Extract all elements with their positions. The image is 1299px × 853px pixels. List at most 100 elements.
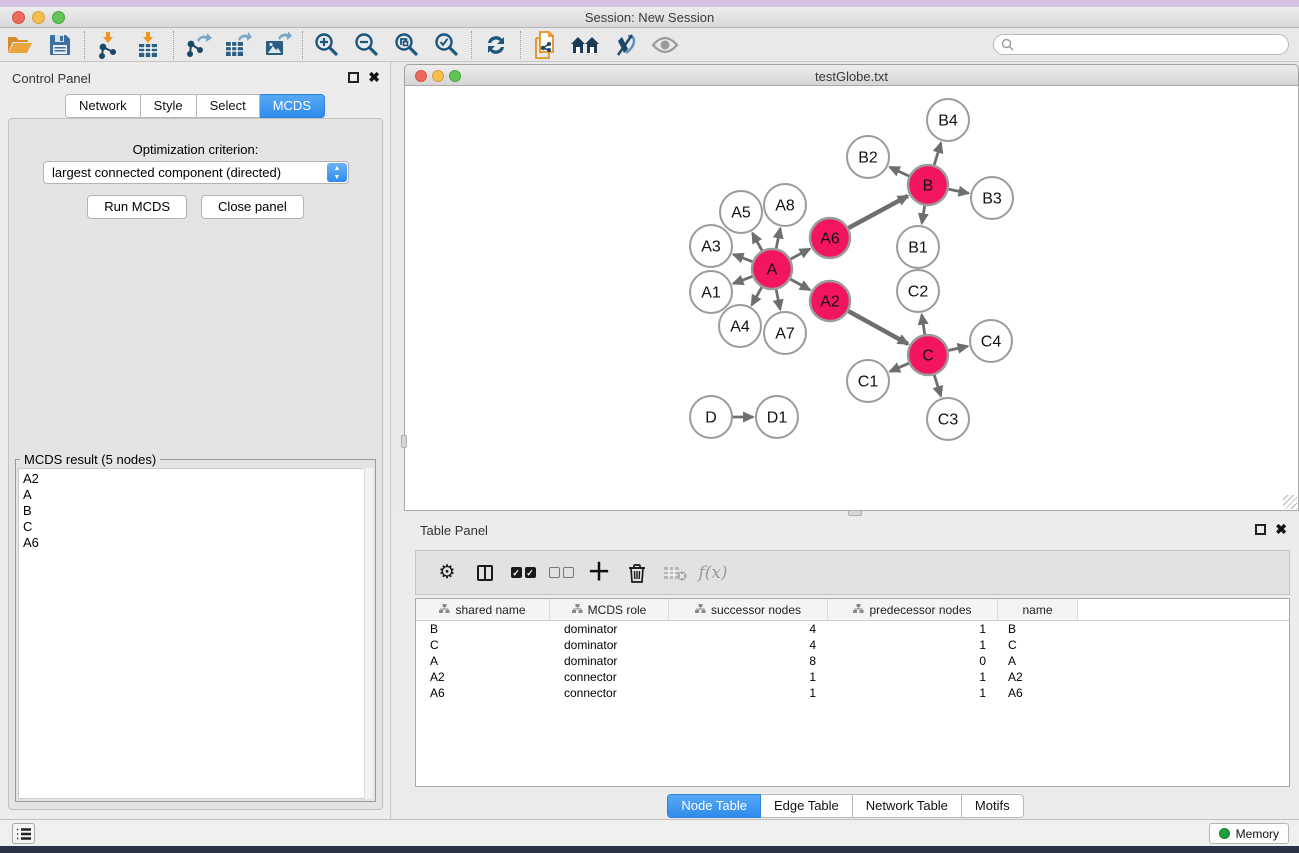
graph-edge[interactable] [890, 167, 910, 176]
window-resize-grip[interactable] [1283, 495, 1297, 509]
export-image-icon[interactable] [258, 30, 298, 60]
tab-network-table[interactable]: Network Table [853, 794, 962, 818]
splitter-grip-horizontal[interactable] [848, 510, 862, 516]
tab-edge-table[interactable]: Edge Table [761, 794, 853, 818]
graph-node[interactable]: B [908, 165, 948, 205]
graph-edge[interactable] [922, 315, 925, 336]
result-list-item[interactable]: A [23, 487, 372, 503]
table-cell[interactable]: A6 [998, 685, 1078, 701]
table-cell[interactable]: A [998, 653, 1078, 669]
import-network-icon[interactable] [89, 30, 129, 60]
graph-node[interactable]: D1 [756, 396, 798, 438]
function-builder-icon[interactable]: f(x) [694, 557, 732, 589]
node-table[interactable]: shared nameMCDS rolesuccessor nodesprede… [415, 598, 1290, 787]
table-row[interactable]: Bdominator41B [416, 621, 1289, 637]
graph-edge[interactable] [848, 196, 908, 229]
graph-node[interactable]: C1 [847, 360, 889, 402]
delete-table-icon[interactable] [656, 557, 694, 589]
run-mcds-button[interactable]: Run MCDS [87, 195, 187, 219]
memory-button[interactable]: Memory [1209, 823, 1289, 844]
table-cell[interactable] [1078, 653, 1289, 669]
graph-edge[interactable] [790, 279, 810, 290]
column-header-predecessor-nodes[interactable]: predecessor nodes [828, 599, 998, 620]
tab-mcds[interactable]: MCDS [260, 94, 325, 118]
table-cell[interactable]: 0 [828, 653, 998, 669]
hide-annotations-icon[interactable] [605, 30, 645, 60]
table-cell[interactable]: B [998, 621, 1078, 637]
search-input[interactable] [1018, 38, 1288, 52]
graph-node[interactable]: B3 [971, 177, 1013, 219]
table-cell[interactable]: A6 [416, 685, 550, 701]
graph-node[interactable]: D [690, 396, 732, 438]
graph-node[interactable]: A5 [720, 191, 762, 233]
table-cell[interactable]: 4 [669, 637, 828, 653]
result-list-item[interactable]: B [23, 503, 372, 519]
graph-node[interactable]: A7 [764, 312, 806, 354]
table-cell[interactable]: A [416, 653, 550, 669]
save-icon[interactable] [40, 30, 80, 60]
graph-node[interactable]: C4 [970, 320, 1012, 362]
graph-node[interactable]: C3 [927, 398, 969, 440]
table-cell[interactable]: B [416, 621, 550, 637]
result-scrollbar[interactable] [364, 468, 373, 799]
graph-node[interactable]: A3 [690, 225, 732, 267]
table-cell[interactable]: 1 [828, 621, 998, 637]
graph-edge[interactable] [733, 254, 753, 261]
table-cell[interactable]: A2 [998, 669, 1078, 685]
graph-node[interactable]: B4 [927, 99, 969, 141]
table-cell[interactable]: C [416, 637, 550, 653]
clone-network-icon[interactable] [525, 30, 565, 60]
float-panel-icon[interactable] [348, 72, 359, 83]
graph-edge[interactable] [776, 229, 780, 250]
graph-edge[interactable] [752, 233, 762, 251]
table-row[interactable]: Adominator80A [416, 653, 1289, 669]
table-cell[interactable]: 4 [669, 621, 828, 637]
graph-node[interactable]: C2 [897, 270, 939, 312]
result-list-item[interactable]: C [23, 519, 372, 535]
graph-edge[interactable] [752, 286, 762, 305]
graph-node[interactable]: B1 [897, 226, 939, 268]
table-cell[interactable]: 1 [669, 669, 828, 685]
column-header-successor-nodes[interactable]: successor nodes [669, 599, 828, 620]
graph-edge[interactable] [848, 311, 908, 344]
table-cell[interactable]: dominator [550, 653, 669, 669]
table-cell[interactable]: 1 [828, 637, 998, 653]
close-panel-icon[interactable]: ✖ [1275, 524, 1287, 535]
graph-node[interactable]: A6 [810, 218, 850, 258]
graph-edge[interactable] [890, 363, 910, 372]
graph-edge[interactable] [790, 249, 810, 260]
result-list-item[interactable]: A2 [23, 471, 372, 487]
tab-network[interactable]: Network [65, 94, 141, 118]
refresh-icon[interactable] [476, 30, 516, 60]
close-panel-icon[interactable]: ✖ [368, 72, 380, 83]
graph-node[interactable]: A [752, 249, 792, 289]
table-cell[interactable]: 8 [669, 653, 828, 669]
add-column-icon[interactable]: ＋ [580, 557, 618, 589]
table-row[interactable]: A2connector11A2 [416, 669, 1289, 685]
graph-edge[interactable] [733, 276, 753, 283]
column-header-MCDS-role[interactable]: MCDS role [550, 599, 669, 620]
select-all-icon[interactable]: ✓✓ [504, 557, 542, 589]
split-columns-icon[interactable] [466, 557, 504, 589]
table-header-row[interactable]: shared nameMCDS rolesuccessor nodesprede… [416, 599, 1289, 621]
zoom-out-icon[interactable] [347, 30, 387, 60]
zoom-in-icon[interactable] [307, 30, 347, 60]
import-table-icon[interactable] [129, 30, 169, 60]
export-network-icon[interactable] [178, 30, 218, 60]
tab-select[interactable]: Select [197, 94, 260, 118]
network-canvas[interactable]: B4B2BB3B1A5A8A6A3AA1A4A7A2C2CC4C1C3DD1 [404, 86, 1299, 511]
eye-icon[interactable] [645, 30, 685, 60]
delete-column-icon[interactable] [618, 557, 656, 589]
export-table-icon[interactable] [218, 30, 258, 60]
table-cell[interactable]: 1 [828, 685, 998, 701]
tab-style[interactable]: Style [141, 94, 197, 118]
table-cell[interactable] [1078, 637, 1289, 653]
graph-node[interactable]: B2 [847, 136, 889, 178]
table-cell[interactable]: C [998, 637, 1078, 653]
tab-node-table[interactable]: Node Table [667, 794, 761, 818]
table-cell[interactable] [1078, 621, 1289, 637]
graph-node[interactable]: A8 [764, 184, 806, 226]
graph-edge[interactable] [948, 346, 968, 350]
mcds-result-list[interactable]: A2ABCA6 [18, 468, 373, 799]
search-field[interactable] [993, 34, 1289, 55]
